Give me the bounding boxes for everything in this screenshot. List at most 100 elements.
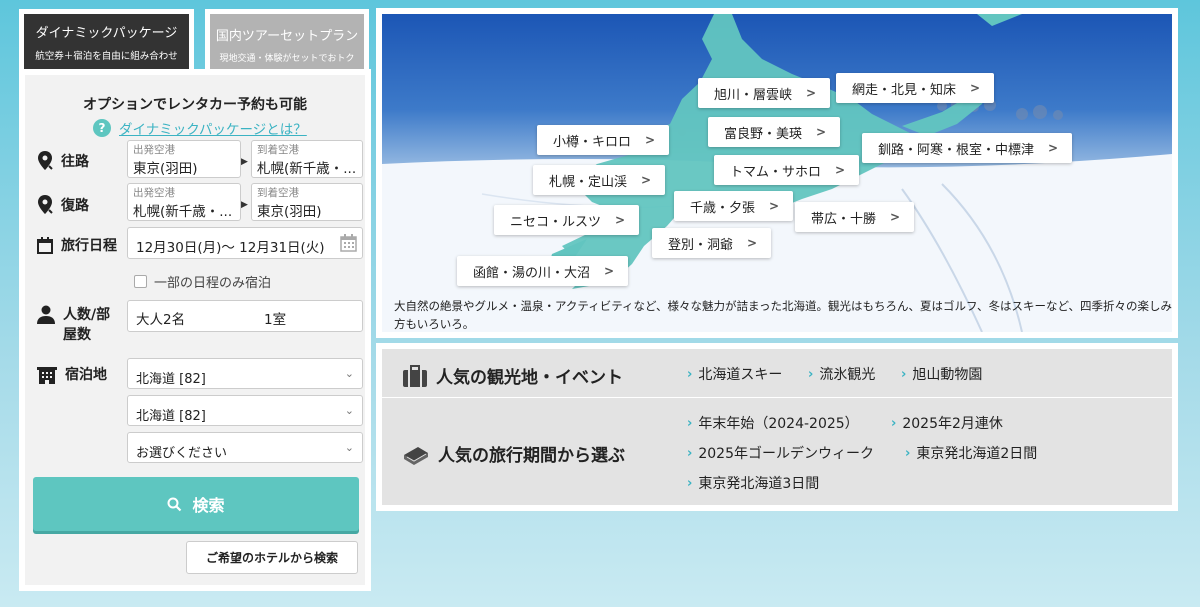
lodging-select-1[interactable]: 北海道 [82] ⌄ (127, 358, 363, 389)
return-to-field[interactable]: 到着空港 東京(羽田) (251, 183, 363, 221)
lodging-select-3[interactable]: お選びください ⌄ (127, 432, 363, 463)
lodging-select-3-value: お選びください (136, 446, 228, 461)
travel-dates-field[interactable]: 12月30日(月)〜 12月31日(火) (127, 227, 363, 259)
region-label: 札幌・定山渓 (549, 174, 628, 190)
return-label-text: 復路 (61, 198, 89, 214)
people-rooms-field[interactable]: 大人2名 1室 (127, 300, 363, 332)
region-label: 函館・湯の川・大沼 (473, 265, 591, 281)
partial-stay-label: 一部の日程のみ宿泊 (154, 276, 272, 291)
people-label-line2: 屋数 (63, 327, 91, 343)
region-noboribetsu[interactable]: 登別・洞爺 > (652, 228, 772, 258)
region-label: 千歳・夕張 (690, 200, 756, 216)
region-kushiro[interactable]: 釧路・阿寒・根室・中標津 > (862, 133, 1073, 163)
chevron-down-icon: ⌄ (344, 367, 354, 380)
period-link-label: 東京発北海道2日間 (916, 446, 1038, 462)
region-label: 小樽・キロロ (553, 134, 632, 150)
tab-tour-title: 国内ツアーセットプラン (215, 29, 359, 44)
search-icon (167, 497, 182, 511)
travel-dates-value: 12月30日(月)〜 12月31日(火) (136, 240, 325, 256)
lodging-select-1-value: 北海道 [82] (136, 372, 206, 387)
tab-tour-set-plan[interactable]: 国内ツアーセットプラン 現地交通・体験がセットでおトク (205, 9, 369, 70)
dynamic-package-help-link[interactable]: ダイナミックパッケージとは？ (119, 118, 307, 138)
book-icon (404, 446, 428, 465)
tab-dynamic-title: ダイナミックパッケージ (35, 26, 178, 41)
chevron-right-icon: › (687, 475, 693, 491)
chevron-right-icon: > (615, 213, 626, 227)
return-from-value: 札幌(新千歳・... (133, 204, 233, 220)
outbound-to-field[interactable]: 到着空港 札幌(新千歳・... (251, 140, 363, 178)
region-label: 網走・北見・知床 (852, 82, 957, 98)
region-abashiri[interactable]: 網走・北見・知床 > (836, 73, 995, 103)
period-link-new-year[interactable]: › 年末年始（2024-2025） (687, 413, 859, 433)
help-link-row[interactable]: ? ダイナミックパッケージとは？ (93, 118, 307, 138)
outbound-from-field[interactable]: 出発空港 東京(羽田) (127, 140, 241, 178)
spot-link-ski[interactable]: › 北海道スキー (687, 364, 782, 384)
dates-label-text: 旅行日程 (61, 238, 117, 254)
popular-links-panel: 人気の観光地・イベント › 北海道スキー › 流氷観光 › 旭山動物園 人気の旅行期間… (376, 343, 1178, 511)
region-hakodate[interactable]: 函館・湯の川・大沼 > (457, 256, 629, 286)
chevron-right-icon: › (901, 366, 907, 382)
region-label: 登別・洞爺 (668, 237, 734, 253)
region-tomamu[interactable]: トマム・サホロ > (714, 155, 860, 185)
hokkaido-description: 大自然の絶景やグルメ・温泉・アクティビティなど、様々な魅力が詰まった北海道。観光… (394, 299, 1172, 331)
chevron-right-icon: > (1048, 141, 1059, 155)
tab-tour-subtitle: 現地交通・体験がセットでおトク (219, 54, 355, 64)
people-label-line1: 人数/部 (63, 307, 111, 323)
region-asahikawa[interactable]: 旭川・層雲峡 > (698, 78, 831, 108)
spot-link-label: 流氷観光 (819, 367, 876, 383)
lodging-select-2[interactable]: 北海道 [82] ⌄ (127, 395, 363, 426)
popular-periods-title: 人気の旅行期間から選ぶ (438, 446, 625, 466)
dates-label: 旅行日程 (37, 235, 117, 255)
period-link-3days[interactable]: › 東京発北海道3日間 (687, 473, 819, 493)
arrow-right-icon: ▶ (241, 157, 248, 167)
period-link-feb[interactable]: › 2025年2月連休 (891, 413, 1003, 433)
chevron-right-icon: › (891, 415, 897, 431)
return-from-caption: 出発空港 (133, 187, 175, 199)
return-from-field[interactable]: 出発空港 札幌(新千歳・... (127, 183, 241, 221)
spot-link-zoo[interactable]: › 旭山動物園 (901, 364, 982, 384)
question-icon: ? (93, 119, 111, 137)
chevron-right-icon: > (816, 125, 827, 139)
chevron-right-icon: › (687, 445, 693, 461)
hotel-search-button[interactable]: ご希望のホテルから検索 (186, 541, 358, 574)
chevron-down-icon: ⌄ (344, 404, 354, 417)
building-icon (37, 366, 57, 384)
spot-link-label: 旭山動物園 (912, 367, 983, 383)
chevron-right-icon: › (808, 366, 814, 382)
region-furano[interactable]: 富良野・美瑛 > (708, 117, 841, 147)
spot-link-drift-ice[interactable]: › 流氷観光 (808, 364, 875, 384)
person-icon (37, 305, 55, 324)
period-link-2days[interactable]: › 東京発北海道2日間 (905, 443, 1037, 463)
region-label: 釧路・阿寒・根室・中標津 (878, 142, 1035, 158)
region-otaru[interactable]: 小樽・キロロ > (537, 125, 670, 155)
outbound-to-caption: 到着空港 (257, 144, 299, 156)
period-link-golden-week[interactable]: › 2025年ゴールデンウィーク (687, 443, 874, 463)
period-link-label: 年末年始（2024-2025） (698, 416, 859, 432)
chevron-right-icon: > (890, 210, 901, 224)
popular-spots-heading: 人気の観光地・イベント (402, 363, 623, 388)
region-chitose[interactable]: 千歳・夕張 > (674, 191, 794, 221)
tab-dynamic-package[interactable]: ダイナミックパッケージ 航空券＋宿泊を自由に組み合わせ (19, 9, 194, 70)
partial-stay-option[interactable]: 一部の日程のみ宿泊 (134, 272, 271, 291)
region-obihiro[interactable]: 帯広・十勝 > (795, 202, 915, 232)
location-pin-icon (38, 195, 53, 214)
hotel-search-label: ご希望のホテルから検索 (205, 551, 338, 565)
lodging-select-2-value: 北海道 [82] (136, 409, 206, 424)
chevron-right-icon: › (687, 415, 693, 431)
period-link-label: 2025年ゴールデンウィーク (698, 446, 874, 462)
lodging-label: 宿泊地 (37, 364, 107, 384)
chevron-right-icon: > (604, 264, 615, 278)
search-button-label: 検索 (192, 496, 225, 515)
chevron-right-icon: › (687, 366, 693, 382)
region-niseko[interactable]: ニセコ・ルスツ > (494, 205, 640, 235)
period-link-label: 2025年2月連休 (902, 416, 1003, 432)
partial-stay-checkbox[interactable] (134, 275, 147, 288)
return-to-caption: 到着空港 (257, 187, 299, 199)
chevron-right-icon: > (769, 199, 780, 213)
search-button[interactable]: 検索 (33, 477, 359, 531)
chevron-right-icon: > (641, 173, 652, 187)
region-label: 富良野・美瑛 (724, 126, 803, 142)
region-sapporo[interactable]: 札幌・定山渓 > (533, 165, 666, 195)
arrow-right-icon: ▶ (241, 200, 248, 210)
hokkaido-map: 旭川・層雲峡 > 網走・北見・知床 > 小樽・キロロ > 富良野・美瑛 > 釧路・阿寒・… (382, 14, 1172, 332)
